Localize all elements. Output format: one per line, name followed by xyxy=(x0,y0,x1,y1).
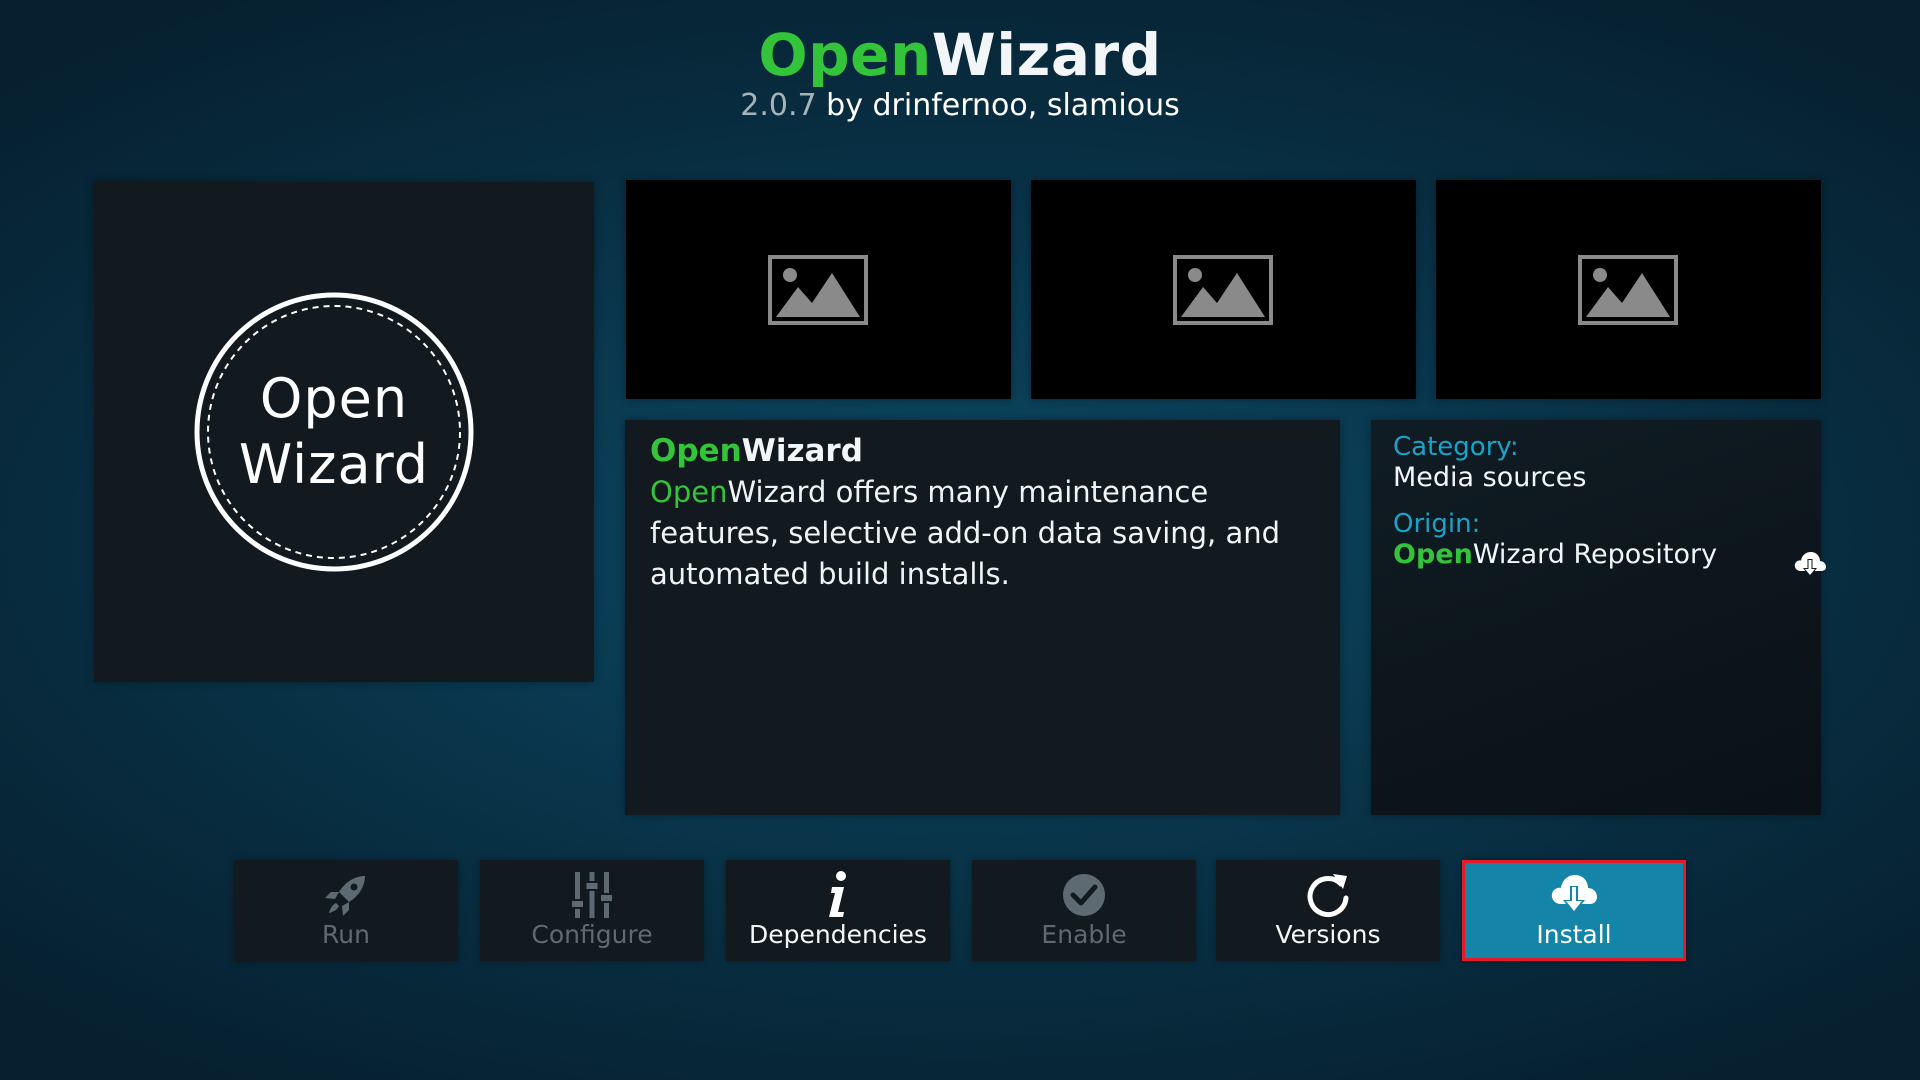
origin-label: Origin: xyxy=(1393,509,1481,539)
origin-value-rest: Wizard Repository xyxy=(1472,539,1718,570)
description-heading-white: Wizard xyxy=(741,433,863,469)
description-text-rest: Wizard offers many maintenance features,… xyxy=(650,475,1281,591)
cloud-download-icon xyxy=(1794,552,1826,577)
description-heading-green: Open xyxy=(650,433,742,469)
info-panel: Category: Media sources Origin: OpenWiza… xyxy=(1371,420,1826,815)
image-placeholder-icon xyxy=(1578,255,1678,325)
info-icon xyxy=(829,871,846,917)
enable-button[interactable]: Enable xyxy=(972,860,1196,961)
description-text: OpenWizard offers many maintenance featu… xyxy=(650,472,1320,595)
addon-version: 2.0.7 xyxy=(740,88,817,123)
addon-title: OpenWizard xyxy=(0,22,1920,88)
enable-button-label: Enable xyxy=(1041,920,1127,949)
dependencies-button[interactable]: Dependencies xyxy=(726,860,950,961)
addon-authors: by drinfernoo, slamious xyxy=(816,88,1180,123)
image-placeholder-icon xyxy=(1173,255,1273,325)
install-button-label: Install xyxy=(1536,920,1612,949)
refresh-icon xyxy=(1307,874,1349,917)
logo-text: Open Wizard xyxy=(194,292,474,572)
addon-title-green: Open xyxy=(758,21,932,89)
addon-header: OpenWizard 2.0.7 by drinfernoo, slamious xyxy=(0,22,1920,124)
addon-icon-panel: Open Wizard xyxy=(94,182,594,682)
description-heading: OpenWizard xyxy=(650,430,1320,472)
description-panel[interactable]: OpenWizard OpenWizard offers many mainte… xyxy=(625,420,1340,815)
configure-button[interactable]: Configure xyxy=(480,860,704,961)
origin-value: OpenWizard Repository xyxy=(1393,539,1793,570)
category-value: Media sources xyxy=(1393,462,1587,493)
screenshot-2[interactable] xyxy=(1031,180,1416,399)
rocket-icon xyxy=(325,876,365,916)
versions-button[interactable]: Versions xyxy=(1216,860,1440,961)
addon-subtitle: 2.0.7 by drinfernoo, slamious xyxy=(0,88,1920,124)
logo-line-2: Wizard xyxy=(238,433,430,496)
description-content: OpenWizard OpenWizard offers many mainte… xyxy=(650,430,1320,595)
configure-button-label: Configure xyxy=(531,920,653,949)
logo-line-1: Open xyxy=(259,367,409,430)
check-circle-icon xyxy=(1063,874,1105,916)
dependencies-button-label: Dependencies xyxy=(749,920,927,949)
description-text-green: Open xyxy=(650,475,728,509)
versions-button-label: Versions xyxy=(1275,920,1381,949)
info-content: Category: Media sources Origin: OpenWiza… xyxy=(1393,432,1826,577)
category-label: Category: xyxy=(1393,432,1519,462)
origin-value-green: Open xyxy=(1393,539,1473,570)
cloud-download-icon xyxy=(1551,875,1597,914)
run-button[interactable]: Run xyxy=(234,860,458,961)
screenshot-1[interactable] xyxy=(626,180,1011,399)
run-button-label: Run xyxy=(322,920,370,949)
install-button[interactable]: Install xyxy=(1462,860,1686,961)
image-placeholder-icon xyxy=(768,255,868,325)
sliders-icon xyxy=(570,872,614,918)
screenshot-3[interactable] xyxy=(1436,180,1821,399)
addon-title-white: Wizard xyxy=(931,21,1162,89)
